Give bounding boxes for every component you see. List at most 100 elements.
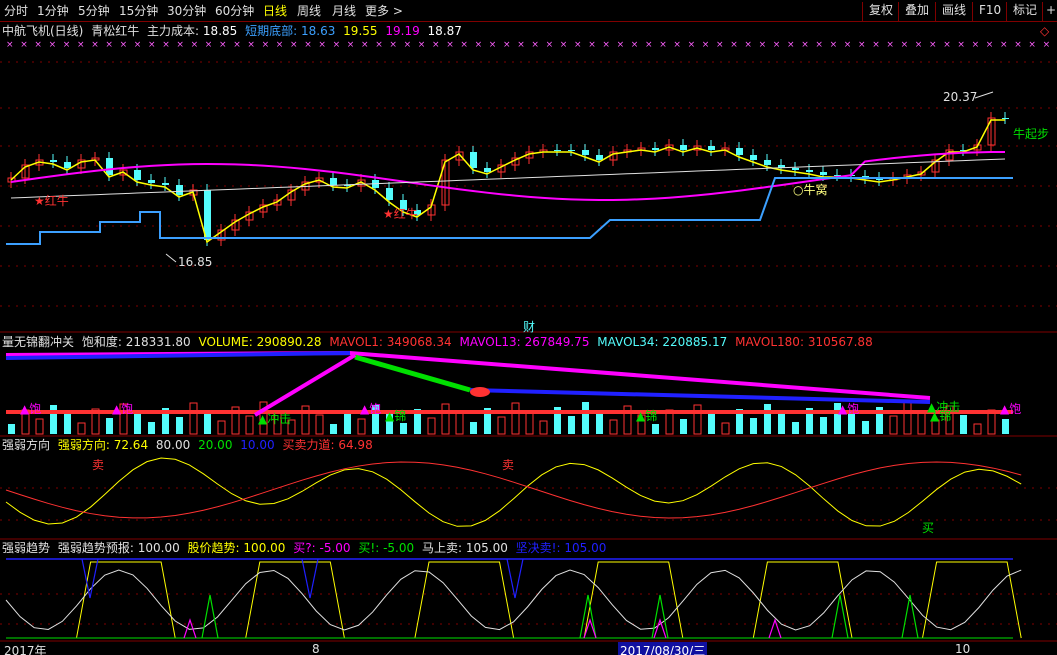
volume-bar <box>806 408 813 434</box>
period-tab-1min[interactable]: 1分钟 <box>37 3 69 19</box>
candle-body <box>764 160 771 165</box>
bottom-label: 短期底部: <box>245 24 298 38</box>
volume-bar <box>876 407 883 434</box>
marker-dot: × <box>972 40 980 50</box>
marker-dot: × <box>389 40 397 50</box>
axis-month-8: 8 <box>312 642 320 655</box>
period-tab-daily[interactable]: 日线 <box>263 3 287 19</box>
low-arrow <box>165 253 177 263</box>
price-trend-value: 100.00 <box>243 541 286 555</box>
axis-year-label: 2017年 <box>4 644 47 655</box>
candle-body <box>806 170 813 172</box>
mark-button[interactable]: 标记 <box>1006 2 1043 21</box>
period-tab-more[interactable]: 更多 > <box>365 3 403 19</box>
marker-dot: × <box>489 40 497 50</box>
candle-body <box>708 146 715 150</box>
period-tab-weekly[interactable]: 周线 <box>297 3 321 19</box>
marker-dot: × <box>247 40 255 50</box>
marker-dot: × <box>262 40 270 50</box>
marker-dot: × <box>588 40 596 50</box>
candle-body <box>77 159 86 169</box>
marker-dot: × <box>503 40 511 50</box>
candle-body <box>693 145 702 151</box>
volume-bar <box>217 420 226 435</box>
marker-dot: × <box>744 40 752 50</box>
candle-body <box>119 169 128 176</box>
corner-diamond-icon[interactable]: ◇ <box>1040 24 1049 38</box>
period-tab-15min[interactable]: 15分钟 <box>119 3 158 19</box>
volume-bar <box>582 402 589 434</box>
axis-cursor-date: 2017/08/30/三 <box>618 642 708 655</box>
volume-bar <box>470 422 477 434</box>
marker-dot: × <box>546 40 554 50</box>
marker-dot: × <box>659 40 667 50</box>
marker-dot: × <box>915 40 923 50</box>
volume-bar <box>64 414 71 434</box>
marker-dot: × <box>375 40 383 50</box>
volume-bar <box>721 422 730 435</box>
period-tab-5min[interactable]: 5分钟 <box>78 3 110 19</box>
candle-body <box>623 149 632 153</box>
dir-value: 72.64 <box>113 438 149 452</box>
volume-bar <box>693 404 702 435</box>
candle-body <box>917 171 926 176</box>
marker-dot: × <box>886 40 894 50</box>
candle-body <box>680 145 687 150</box>
marker-dot: × <box>631 40 639 50</box>
bao-label-2: ▲饱 <box>112 402 134 416</box>
marker-dot: × <box>404 40 412 50</box>
marker-dot: × <box>517 40 525 50</box>
volume-bar <box>778 413 785 434</box>
sell-force-value: 64.98 <box>338 438 373 452</box>
sell-mark-1: 卖 <box>92 458 105 472</box>
volume-bar <box>231 406 240 435</box>
marker-dot: × <box>673 40 681 50</box>
candle-body <box>554 150 561 151</box>
bao-label-3: ▲饱 <box>360 402 382 416</box>
candle-body <box>245 211 254 221</box>
bao-label-1: ▲饱 <box>20 402 42 416</box>
cost-label: 主力成本: <box>147 24 200 38</box>
f10-button[interactable]: F10 <box>972 2 1007 21</box>
marker-dot: × <box>162 40 170 50</box>
period-tab-60min[interactable]: 60分钟 <box>215 3 254 19</box>
candle-body <box>189 189 198 196</box>
draw-line-button[interactable]: 画线 <box>935 2 972 21</box>
marker-dot: × <box>63 40 71 50</box>
volume-bar <box>917 410 926 435</box>
marker-dot: × <box>418 40 426 50</box>
period-tab-monthly[interactable]: 月线 <box>332 3 356 19</box>
marker-dot: × <box>134 40 142 50</box>
volume-bar <box>301 405 310 435</box>
forecast-label: 强弱趋势预报: <box>57 541 134 555</box>
marker-dot: × <box>91 40 99 50</box>
trend-title: 强弱趋势 <box>2 541 51 555</box>
marker-dot: × <box>872 40 880 50</box>
volume-bar <box>960 415 967 434</box>
firm-sell-value: 105.00 <box>564 541 607 555</box>
candle-body <box>848 175 855 176</box>
marker-dot: × <box>531 40 539 50</box>
trend-magenta-spike <box>583 618 597 639</box>
period-tab-30min[interactable]: 30分钟 <box>167 3 206 19</box>
volume-bar <box>441 403 450 435</box>
marker-dot: × <box>815 40 823 50</box>
fuquan-button[interactable]: 复权 <box>862 2 899 21</box>
ma-white-line <box>10 158 1006 199</box>
overlay-button[interactable]: 叠加 <box>898 2 935 21</box>
more-tools-button[interactable]: + <box>1042 2 1057 21</box>
period-tab-fenshi[interactable]: 分时 <box>4 3 28 19</box>
low-price-label: 16.85 <box>178 255 213 269</box>
candle-body <box>162 183 169 185</box>
volume-bar <box>596 411 603 434</box>
direction-panel-header: 强弱方向 强弱方向: 72.64 80.00 20.00 10.00 买卖力道:… <box>0 438 377 453</box>
volume-bar <box>862 421 869 434</box>
volume-bar <box>497 416 506 435</box>
marker-dot: × <box>20 40 28 50</box>
candle-body <box>427 204 436 216</box>
marker-dot: × <box>716 40 724 50</box>
volume-bar <box>665 409 674 435</box>
marker-dot: × <box>34 40 42 50</box>
volume-bar <box>652 424 659 434</box>
candle-body <box>876 178 883 180</box>
